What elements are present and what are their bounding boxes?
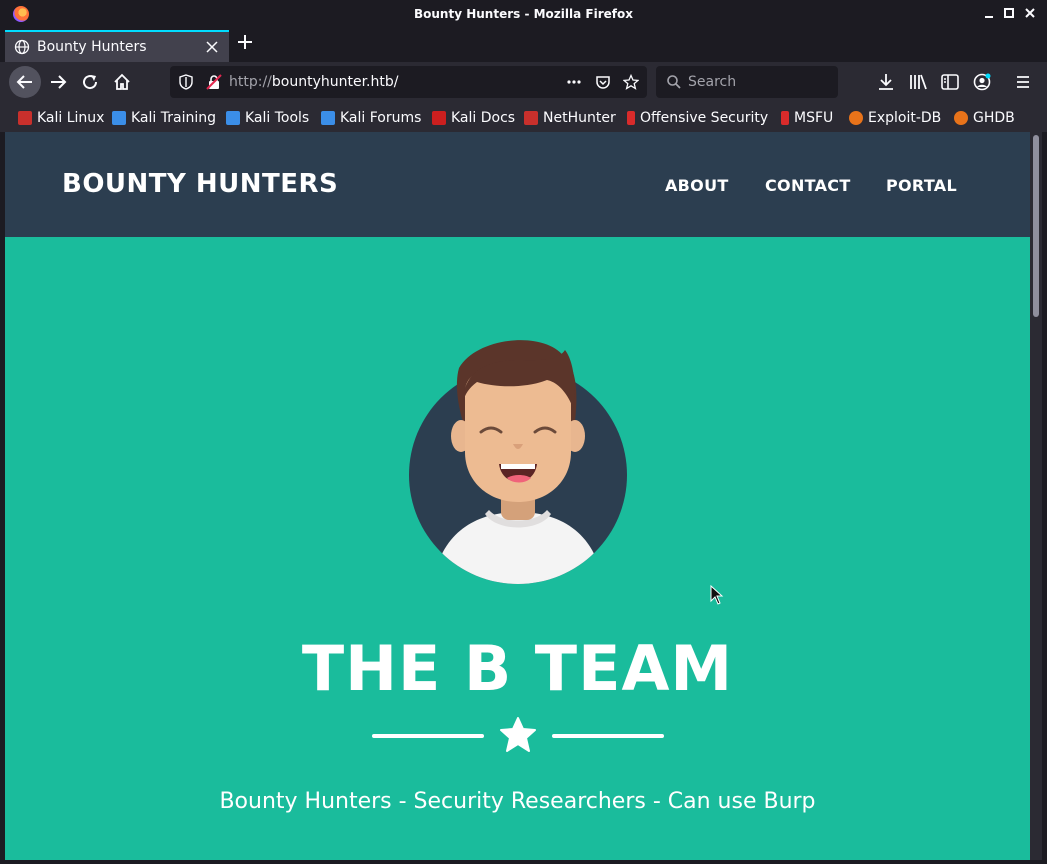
site-brand[interactable]: BOUNTY HUNTERS [62, 169, 338, 199]
bookmark-kali-training[interactable]: Kali Training [112, 108, 216, 128]
mouse-cursor-icon [710, 585, 724, 605]
bookmark-label: Kali Linux [37, 110, 105, 126]
divider-line-right [552, 734, 664, 738]
url-host: bountyhunter.htb/ [271, 74, 399, 90]
url-bar[interactable]: http://bountyhunter.htb/ [170, 66, 647, 98]
search-bar[interactable]: Search [656, 66, 838, 98]
bookmark-label: Kali Docs [451, 110, 516, 126]
tab-bounty-hunters[interactable]: Bounty Hunters [5, 30, 229, 62]
bookmark-label: Exploit-DB [868, 110, 942, 126]
home-button[interactable] [106, 66, 138, 98]
back-button[interactable] [9, 66, 41, 98]
tab-label: Bounty Hunters [37, 39, 147, 55]
masthead-heading: THE B TEAM [301, 632, 734, 705]
bookmark-nethunter[interactable]: NetHunter [524, 108, 616, 128]
bookmark-kali-forums[interactable]: Kali Forums [321, 108, 421, 128]
bookmark-label: Kali Tools [245, 110, 310, 126]
forward-button[interactable] [42, 66, 74, 98]
kali-icon [18, 111, 32, 125]
kali-training-icon [112, 111, 126, 125]
kali-forums-icon [321, 111, 335, 125]
window-frame-bottom [0, 860, 1047, 864]
tracking-shield-icon[interactable] [178, 74, 194, 90]
bookmark-offensive-security[interactable]: Offensive Security [627, 108, 768, 128]
tab-close-icon[interactable] [205, 37, 219, 61]
bookmark-label: NetHunter [543, 110, 616, 126]
kali-tools-icon [226, 111, 240, 125]
minimize-icon[interactable] [981, 5, 997, 21]
nav-link-contact[interactable]: CONTACT [765, 176, 851, 195]
url-protocol: http:// [229, 74, 272, 90]
forward-arrow-icon [51, 75, 67, 89]
bookmark-label: Offensive Security [640, 110, 769, 126]
window-titlebar: Bounty Hunters - Mozilla Firefox [0, 0, 1047, 28]
search-icon [666, 74, 682, 94]
page-scrollbar[interactable] [1030, 132, 1042, 860]
nethunter-icon [524, 111, 538, 125]
avatar-illustration [409, 340, 627, 584]
bookmark-kali-docs[interactable]: Kali Docs [432, 108, 515, 128]
library-icon[interactable] [908, 72, 928, 92]
menu-hamburger-icon[interactable] [1013, 72, 1033, 92]
offsec-icon [627, 111, 635, 125]
ghdb-icon [954, 111, 968, 125]
sidebar-icon[interactable] [940, 72, 960, 92]
window-frame-right [1042, 132, 1047, 864]
page-actions-icon[interactable] [566, 74, 582, 90]
bookmark-kali-tools[interactable]: Kali Tools [226, 108, 309, 128]
bookmark-label: Kali Forums [340, 110, 422, 126]
bookmark-label: MSFU [794, 110, 834, 126]
bookmark-star-icon[interactable] [622, 73, 640, 90]
url-text[interactable]: http://bountyhunter.htb/ [229, 74, 398, 90]
maximize-icon[interactable] [1001, 5, 1017, 21]
bookmark-exploit-db[interactable]: Exploit-DB [849, 108, 941, 128]
globe-icon [14, 39, 30, 55]
pocket-icon[interactable] [595, 74, 611, 90]
bookmark-ghdb[interactable]: GHDB [954, 108, 1015, 128]
masthead: THE B TEAM Bounty Hunters - Security Res… [5, 237, 1030, 860]
bookmark-label: Kali Training [131, 110, 216, 126]
bookmark-kali-linux[interactable]: Kali Linux [18, 108, 104, 128]
masthead-subheading: Bounty Hunters - Security Researchers - … [219, 789, 816, 814]
msfu-icon [781, 111, 789, 125]
new-tab-button[interactable] [236, 33, 254, 56]
nav-link-portal[interactable]: PORTAL [886, 176, 957, 195]
star-icon [500, 717, 536, 752]
page-viewport: BOUNTY HUNTERS ABOUT CONTACT PORTAL THE … [5, 132, 1030, 860]
bookmark-msfu[interactable]: MSFU [781, 108, 833, 128]
window-title: Bounty Hunters - Mozilla Firefox [414, 7, 633, 21]
close-window-icon[interactable] [1022, 5, 1038, 21]
bookmark-label: GHDB [973, 110, 1015, 126]
back-arrow-icon [16, 75, 32, 89]
home-icon [114, 73, 130, 90]
exploitdb-icon [849, 111, 863, 125]
star-divider [372, 715, 664, 755]
downloads-icon[interactable] [876, 72, 896, 92]
nav-toolbar: http://bountyhunter.htb/ Search [0, 62, 1047, 102]
site-navbar: BOUNTY HUNTERS ABOUT CONTACT PORTAL [5, 132, 1030, 237]
insecure-lock-icon[interactable] [206, 74, 222, 90]
scrollbar-thumb[interactable] [1033, 135, 1039, 317]
reload-button[interactable] [74, 66, 106, 98]
nav-link-about[interactable]: ABOUT [665, 176, 729, 195]
account-icon[interactable] [972, 72, 992, 92]
search-placeholder: Search [688, 74, 737, 90]
kali-docs-icon [432, 111, 446, 125]
reload-icon [83, 75, 98, 90]
divider-line-left [372, 734, 484, 738]
tab-strip: Bounty Hunters [0, 28, 1047, 62]
bookmarks-toolbar: Kali Linux Kali Training Kali Tools Kali… [0, 102, 1047, 132]
